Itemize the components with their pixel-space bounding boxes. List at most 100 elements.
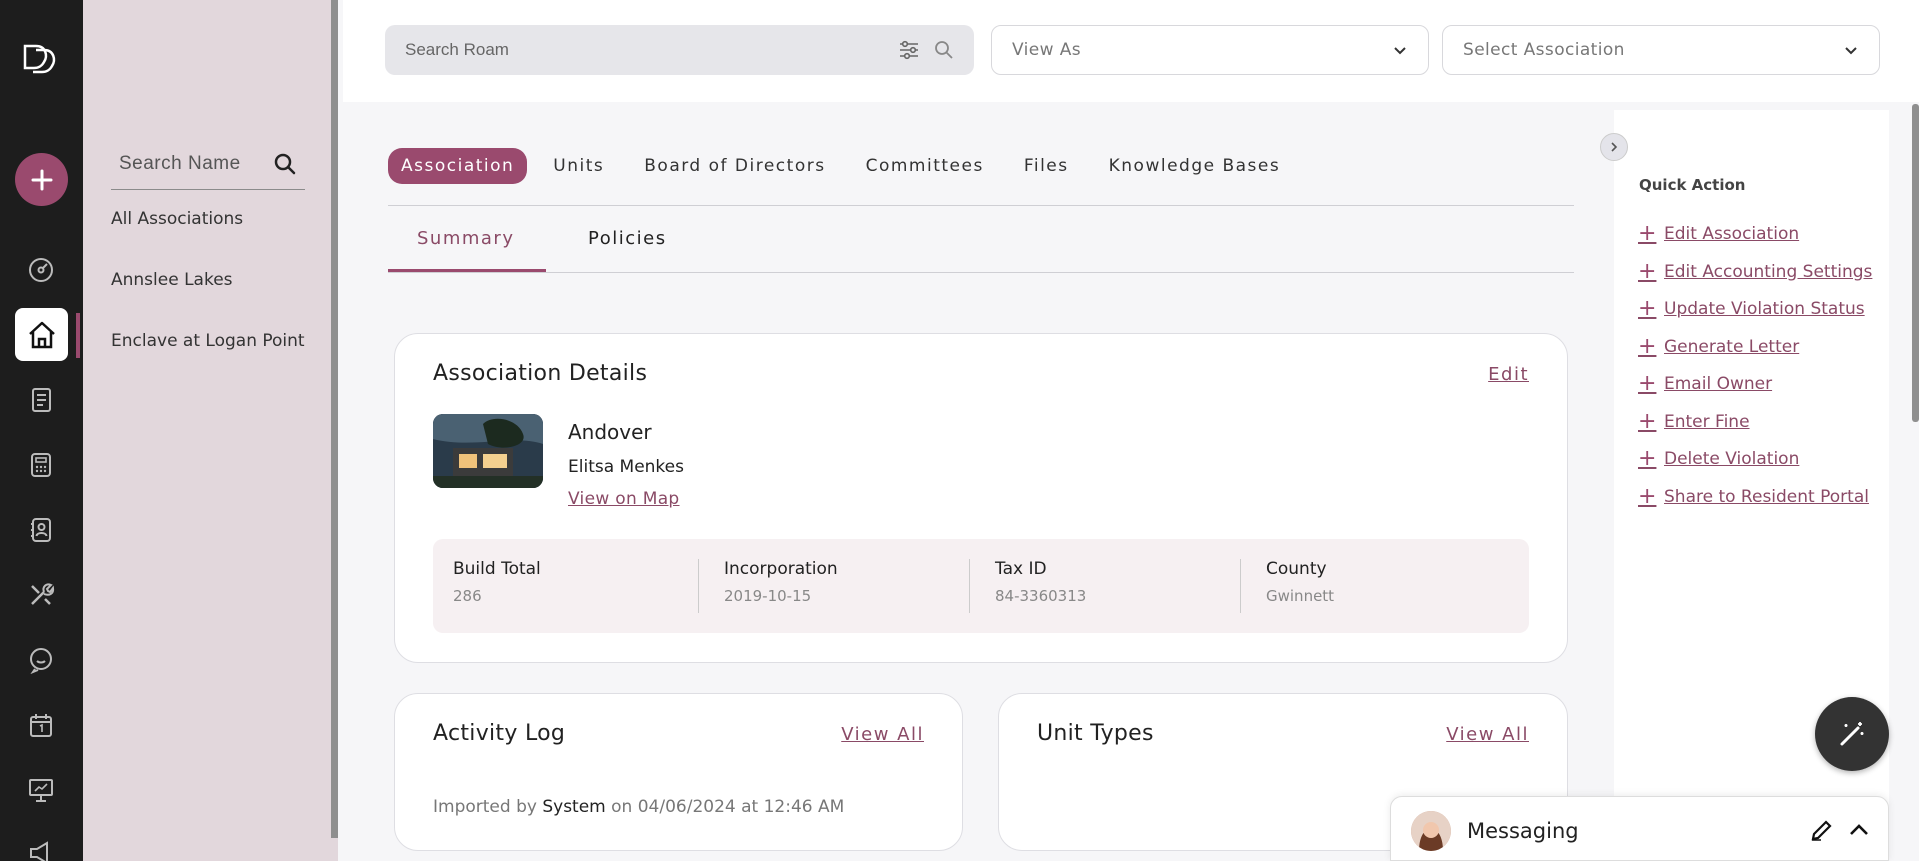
icon-rail [0,0,83,861]
association-details-card: Association Details Edit Andover Elitsa … [394,333,1568,663]
edit-link[interactable]: Edit [1488,364,1529,385]
plus-icon: + [1638,334,1657,359]
search-icon[interactable] [273,152,297,176]
collapse-panel-button[interactable] [1600,133,1628,161]
select-association-select[interactable]: Select Association [1442,25,1880,75]
chat-icon[interactable] [26,645,56,675]
subtab-policies[interactable]: Policies [588,228,667,249]
tab-committees[interactable]: Committees [866,156,984,176]
card-title: Unit Types [1037,721,1154,746]
activity-entry: Imported by System on 04/06/2024 at 12:4… [433,797,844,817]
subtab-summary[interactable]: Summary [417,228,515,249]
dashboard-icon[interactable] [26,255,56,285]
tab-knowledge-bases[interactable]: Knowledge Bases [1109,156,1281,176]
view-all-link[interactable]: View All [841,724,924,745]
stat-county: County Gwinnett [1266,559,1334,613]
tools-icon[interactable] [26,580,56,610]
quick-action-item[interactable]: + Enter Fine [1638,409,1750,434]
quick-action-label: Delete Violation [1664,448,1800,469]
contacts-icon[interactable] [26,515,56,545]
association-manager: Elitsa Menkes [568,457,684,477]
stat-value: 2019-10-15 [724,587,812,605]
quick-action-label: Edit Accounting Settings [1664,261,1873,282]
plus-icon: + [1638,259,1657,284]
panel-scrollbar[interactable] [331,0,338,838]
stat-label: Build Total [453,559,541,579]
stat-tax-id: Tax ID 84-3360313 [995,559,1086,613]
search-roam-input[interactable]: Search Roam [385,25,974,75]
quick-action-item[interactable]: + Generate Letter [1638,334,1799,359]
chevron-down-icon [1845,47,1857,55]
tab-units[interactable]: Units [553,156,604,176]
avatar [1411,811,1451,851]
select-association-placeholder: Select Association [1463,40,1625,60]
view-as-placeholder: View As [1012,40,1082,60]
edit-icon[interactable] [1809,817,1835,843]
chevron-down-icon [1394,47,1406,55]
plus-icon: + [1638,446,1657,471]
search-name-field[interactable]: Search Name [111,138,305,190]
stat-divider [1240,559,1241,613]
stat-divider [969,559,970,613]
page-scrollbar[interactable] [1912,104,1919,422]
plus-icon[interactable] [15,153,68,206]
messaging-bar[interactable]: Messaging [1390,796,1889,861]
magic-wand-button[interactable] [1815,697,1889,771]
logo-icon[interactable] [22,42,60,78]
associations-panel: Search Name All Associations Annslee Lak… [83,0,338,861]
stat-label: Tax ID [995,559,1047,579]
main-tabs: Association Units Board of Directors Com… [388,147,1320,185]
stat-value: 286 [453,587,482,605]
stat-build-total: Build Total 286 [453,559,541,613]
quick-action-item[interactable]: + Edit Association [1638,221,1799,246]
magic-wand-icon [1840,722,1864,746]
chevron-up-icon[interactable] [1847,818,1871,842]
association-item[interactable]: All Associations [111,209,243,229]
active-indicator [76,313,80,358]
association-item[interactable]: Annslee Lakes [111,270,233,290]
association-name: Andover [568,420,652,444]
stat-label: County [1266,559,1327,579]
calculator-icon[interactable] [26,450,56,480]
megaphone-icon[interactable] [26,838,56,861]
tab-files[interactable]: Files [1024,156,1069,176]
quick-action-item[interactable]: + Edit Accounting Settings [1638,259,1872,284]
stat-value: Gwinnett [1266,587,1335,605]
quick-action-label: Generate Letter [1664,336,1800,357]
search-icon[interactable] [934,40,954,60]
view-on-map-link[interactable]: View on Map [568,489,680,509]
quick-action-item[interactable]: + Email Owner [1638,371,1772,396]
stat-incorporation: Incorporation 2019-10-15 [724,559,838,613]
filter-icon[interactable] [898,39,920,61]
view-as-select[interactable]: View As [991,25,1429,75]
messaging-label: Messaging [1467,819,1579,843]
ledger-icon[interactable] [26,385,56,415]
tabs-divider [388,205,1574,206]
calendar-icon[interactable] [26,710,56,740]
quick-action-item[interactable]: + Share to Resident Portal [1638,484,1869,509]
stats-strip: Build Total 286 Incorporation 2019-10-15… [433,539,1529,633]
activity-prefix: Imported by [433,797,537,817]
stat-value: 84-3360313 [995,587,1087,605]
tab-board-of-directors[interactable]: Board of Directors [644,156,825,176]
quick-action-item[interactable]: + Delete Violation [1638,446,1799,471]
quick-action-label: Edit Association [1664,223,1800,244]
quick-action-item[interactable]: + Update Violation Status [1638,296,1865,321]
stat-label: Incorporation [724,559,838,579]
plus-icon: + [1638,484,1657,509]
subtab-active-indicator [388,269,546,272]
plus-icon: + [1638,371,1657,396]
card-title: Activity Log [433,721,566,746]
activity-log-card: Activity Log View All Imported by System… [394,693,963,851]
plus-icon: + [1638,221,1657,246]
stat-divider [698,559,699,613]
association-item[interactable]: Enclave at Logan Point [111,331,305,351]
quick-action-label: Email Owner [1664,373,1773,394]
card-title: Association Details [433,361,648,386]
association-photo[interactable] [433,414,543,488]
home-icon[interactable] [15,308,68,361]
presentation-icon[interactable] [26,775,56,805]
plus-icon: + [1638,296,1657,321]
tab-association[interactable]: Association [388,148,528,184]
view-all-link[interactable]: View All [1446,724,1529,745]
